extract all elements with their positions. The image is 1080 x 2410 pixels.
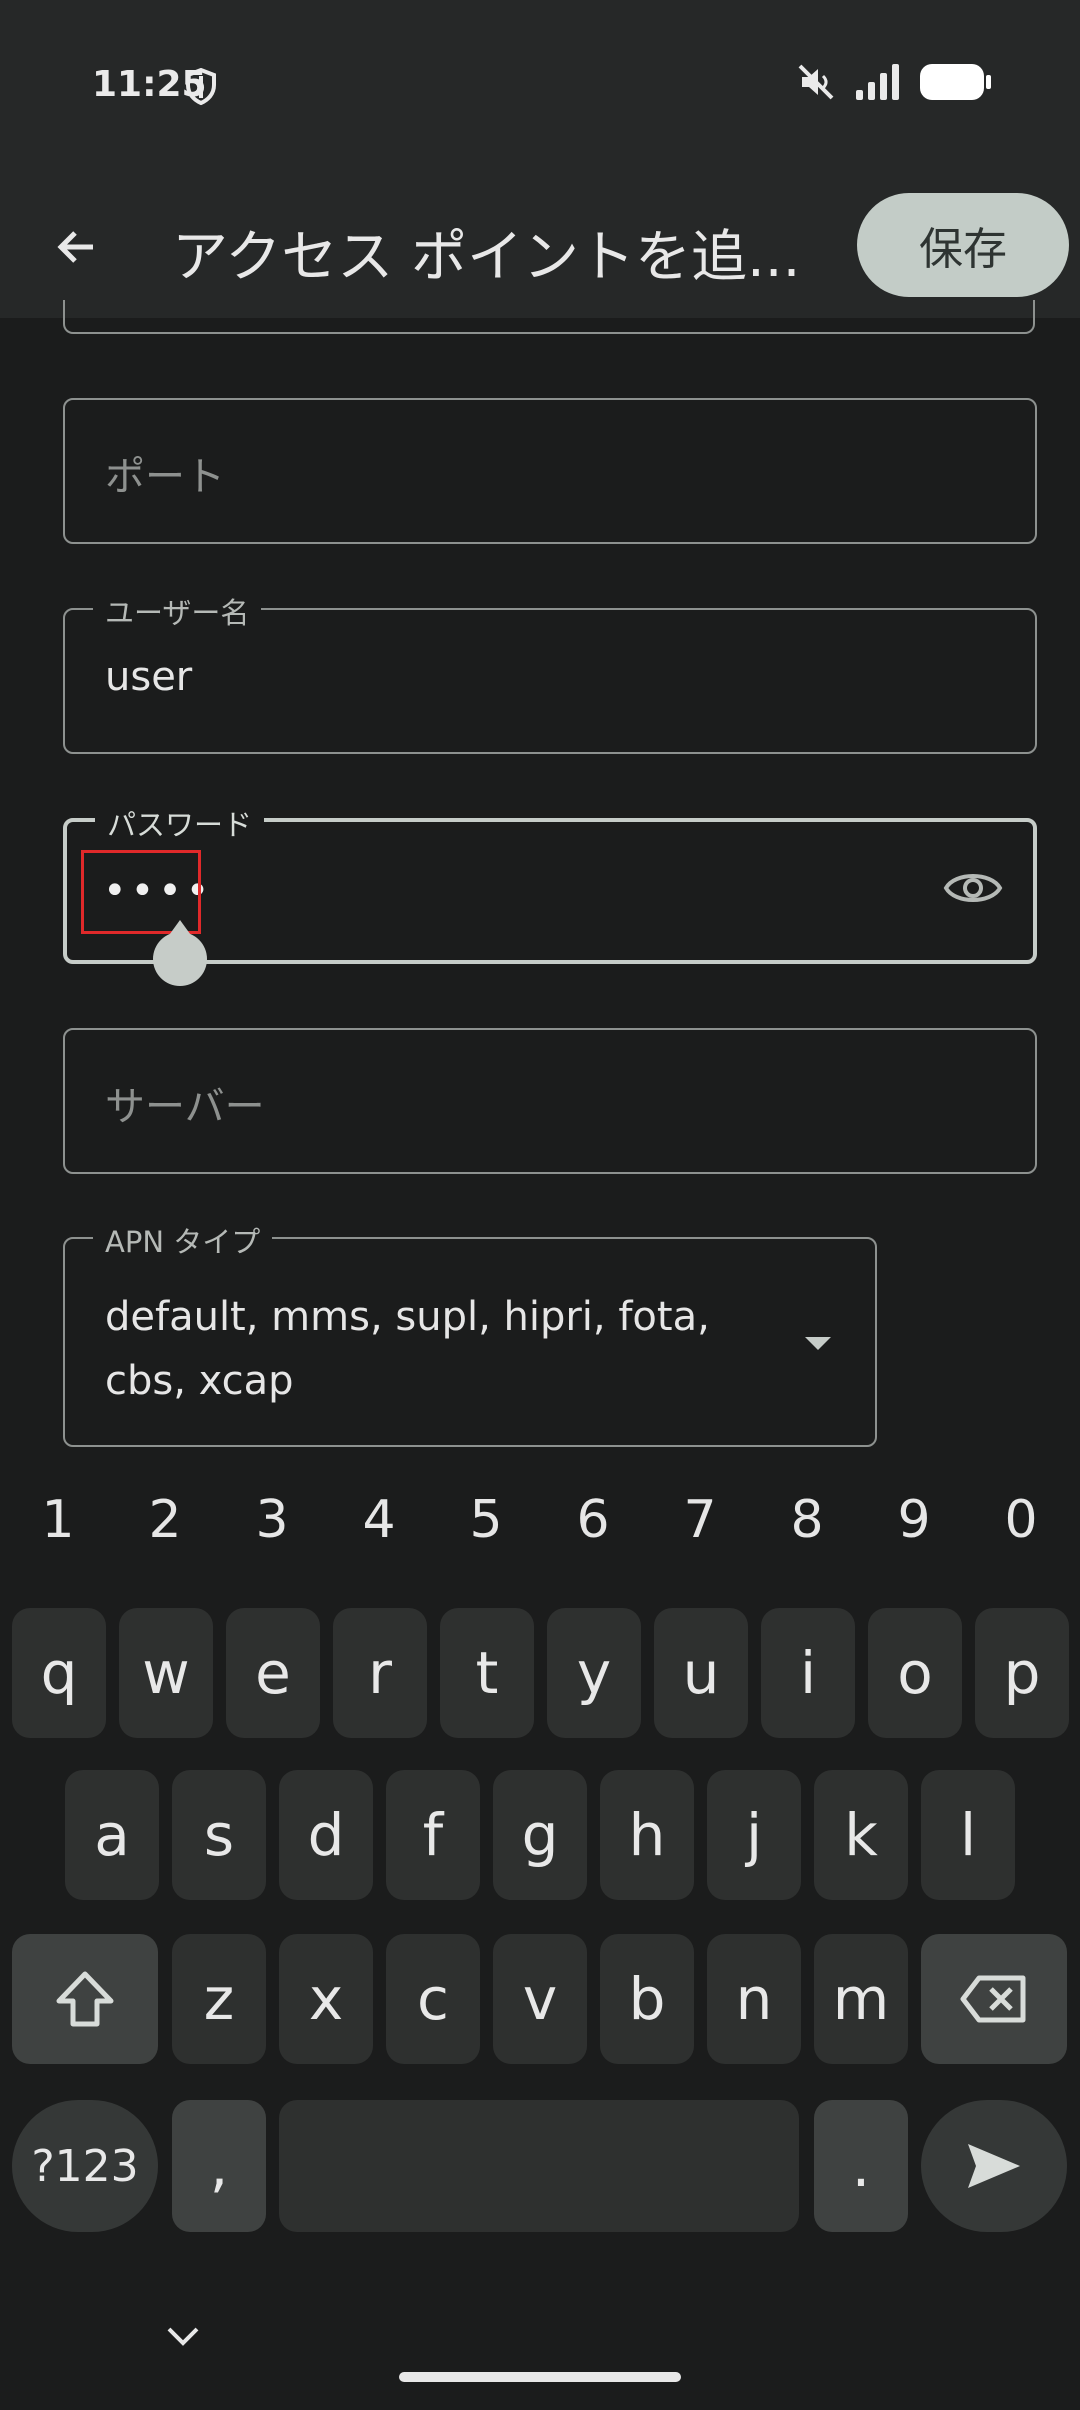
signal-icon <box>856 64 899 100</box>
app-bar: アクセス ポイントを追... 保存 <box>0 176 1080 318</box>
shift-key[interactable] <box>12 1934 158 2064</box>
key-d[interactable]: d <box>279 1770 373 1900</box>
send-icon <box>968 2144 1020 2188</box>
username-field[interactable]: ユーザー名 user <box>63 590 1037 754</box>
key-m[interactable]: m <box>814 1934 908 2064</box>
backspace-icon <box>960 1975 1026 2023</box>
apn-type-line-2: cbs, xcap <box>105 1358 294 1404</box>
key-8[interactable]: 8 <box>767 1490 847 1550</box>
apn-type-label: APN タイプ <box>93 1219 273 1261</box>
symbols-key[interactable]: ?123 <box>12 2100 158 2232</box>
key-1[interactable]: 1 <box>18 1490 98 1550</box>
key-a[interactable]: a <box>65 1770 159 1900</box>
status-icons <box>796 62 992 102</box>
period-key[interactable]: . <box>814 2100 908 2232</box>
key-o[interactable]: o <box>868 1608 962 1738</box>
home-gesture-bar[interactable] <box>399 2372 681 2382</box>
key-c[interactable]: c <box>386 1934 480 2064</box>
send-key[interactable] <box>921 2100 1067 2232</box>
dropdown-arrow-icon <box>805 1337 831 1350</box>
key-b[interactable]: b <box>600 1934 694 2064</box>
backspace-key[interactable] <box>921 1934 1067 2064</box>
page-title: アクセス ポイントを追... <box>172 225 801 290</box>
number-row: 1 2 3 4 5 6 7 8 9 0 <box>0 1490 1080 1560</box>
server-field[interactable]: サーバー <box>63 1028 1037 1174</box>
key-g[interactable]: g <box>493 1770 587 1900</box>
key-u[interactable]: u <box>654 1608 748 1738</box>
port-placeholder: ポート <box>105 454 225 500</box>
mute-icon <box>798 64 834 100</box>
eye-icon[interactable] <box>943 866 1003 910</box>
server-placeholder: サーバー <box>105 1084 265 1130</box>
key-3[interactable]: 3 <box>232 1490 312 1550</box>
chevron-down-icon[interactable] <box>163 2323 203 2351</box>
port-field[interactable]: ポート <box>63 398 1037 544</box>
key-x[interactable]: x <box>279 1934 373 2064</box>
key-5[interactable]: 5 <box>446 1490 526 1550</box>
password-field[interactable]: パスワード •••• <box>63 802 1037 986</box>
back-button[interactable] <box>42 212 112 282</box>
key-v[interactable]: v <box>493 1934 587 2064</box>
key-t[interactable]: t <box>440 1608 534 1738</box>
space-key[interactable] <box>279 2100 799 2232</box>
key-r[interactable]: r <box>333 1608 427 1738</box>
key-9[interactable]: 9 <box>874 1490 954 1550</box>
key-w[interactable]: w <box>119 1608 213 1738</box>
apn-type-line-1: default, mms, supl, hipri, fota, <box>105 1294 710 1340</box>
shift-icon <box>56 1971 114 2027</box>
key-e[interactable]: e <box>226 1608 320 1738</box>
status-bar: 11:25 <box>0 0 1080 176</box>
save-button[interactable]: 保存 <box>857 193 1069 297</box>
key-4[interactable]: 4 <box>339 1490 419 1550</box>
username-label: ユーザー名 <box>93 590 262 632</box>
key-7[interactable]: 7 <box>660 1490 740 1550</box>
key-z[interactable]: z <box>172 1934 266 2064</box>
key-6[interactable]: 6 <box>553 1490 633 1550</box>
key-q[interactable]: q <box>12 1608 106 1738</box>
key-i[interactable]: i <box>761 1608 855 1738</box>
key-2[interactable]: 2 <box>125 1490 205 1550</box>
username-value: user <box>105 654 193 700</box>
key-p[interactable]: p <box>975 1608 1069 1738</box>
key-k[interactable]: k <box>814 1770 908 1900</box>
keyboard: 1 2 3 4 5 6 7 8 9 0 q w e r t y u i o p … <box>0 1460 1080 2410</box>
text-cursor-handle[interactable] <box>153 920 207 986</box>
password-label: パスワード <box>95 802 265 844</box>
apn-type-dropdown[interactable]: APN タイプ default, mms, supl, hipri, fota,… <box>63 1219 877 1447</box>
apn-type-value: default, mms, supl, hipri, fota, cbs, xc… <box>105 1285 710 1413</box>
key-h[interactable]: h <box>600 1770 694 1900</box>
key-y[interactable]: y <box>547 1608 641 1738</box>
key-n[interactable]: n <box>707 1934 801 2064</box>
comma-key[interactable]: , <box>172 2100 266 2232</box>
key-l[interactable]: l <box>921 1770 1015 1900</box>
battery-icon <box>920 64 991 100</box>
key-j[interactable]: j <box>707 1770 801 1900</box>
field-partial[interactable] <box>63 300 1035 334</box>
shield-icon <box>186 68 216 106</box>
key-0[interactable]: 0 <box>981 1490 1061 1550</box>
key-s[interactable]: s <box>172 1770 266 1900</box>
arrow-left-icon <box>57 231 93 263</box>
key-f[interactable]: f <box>386 1770 480 1900</box>
